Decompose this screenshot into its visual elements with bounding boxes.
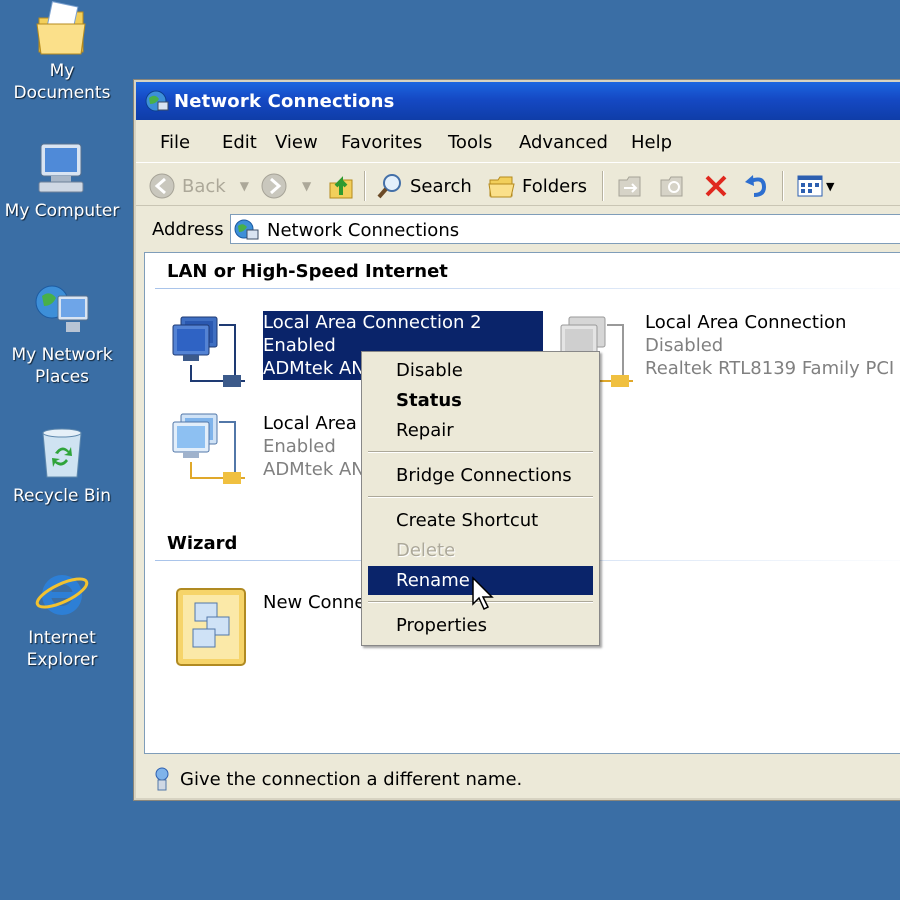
network-connections-icon bbox=[145, 90, 169, 112]
status-text: Give the connection a different name. bbox=[180, 769, 523, 790]
desktop-icon-label: My Documents bbox=[13, 61, 111, 103]
toolbar: Back ▼ ▼ Search Folders ▼ bbox=[136, 162, 900, 206]
recycle-bin-icon bbox=[42, 428, 82, 478]
menu-help[interactable]: Help bbox=[631, 132, 672, 153]
folder-documents-icon bbox=[36, 1, 86, 55]
status-bar: Give the connection a different name. bbox=[144, 762, 900, 796]
move-to-icon bbox=[618, 176, 641, 197]
mouse-cursor-icon bbox=[472, 576, 494, 611]
menu-file[interactable]: File bbox=[160, 132, 190, 153]
computer-icon bbox=[38, 143, 84, 193]
undo-button[interactable] bbox=[742, 171, 770, 201]
move-to-button[interactable] bbox=[616, 171, 644, 201]
desktop-icon-my-documents[interactable]: My Documents bbox=[0, 0, 124, 104]
desktop-icon-my-network-places[interactable]: My Network Places bbox=[0, 280, 124, 388]
copy-to-icon bbox=[660, 176, 683, 197]
lan-connection-icon bbox=[172, 413, 245, 484]
group-header-wizard: Wizard bbox=[167, 533, 238, 554]
search-icon bbox=[377, 174, 401, 199]
forward-dropdown-icon[interactable]: ▼ bbox=[302, 179, 311, 193]
connection-name: Local Area Connection bbox=[645, 312, 847, 333]
lan-connection-icon bbox=[172, 316, 245, 387]
new-connection-wizard-icon bbox=[176, 588, 246, 666]
menu-separator bbox=[368, 451, 593, 453]
connection-name: Local Area C bbox=[263, 413, 376, 434]
address-label: Address bbox=[152, 219, 224, 240]
address-field[interactable]: Network Connections bbox=[230, 214, 900, 244]
forward-arrow-icon bbox=[261, 173, 287, 199]
back-button[interactable]: Back ▼ bbox=[148, 171, 249, 201]
views-button[interactable]: ▼ bbox=[796, 171, 834, 201]
desktop-icon-internet-explorer[interactable]: Internet Explorer bbox=[0, 565, 124, 671]
menu-item-disable[interactable]: Disable bbox=[368, 356, 593, 385]
toolbar-separator bbox=[364, 171, 366, 201]
connection-device: Realtek RTL8139 Family PCI F... bbox=[645, 358, 900, 379]
address-value: Network Connections bbox=[267, 220, 460, 241]
up-arrow-icon bbox=[329, 176, 353, 199]
connection-device: ADMtek AN bbox=[263, 459, 365, 480]
address-bar: Address Network Connections bbox=[136, 210, 900, 246]
connection-status: Disabled bbox=[645, 335, 724, 356]
back-arrow-icon bbox=[149, 173, 175, 199]
menu-item-status[interactable]: Status bbox=[368, 386, 593, 415]
menu-separator bbox=[368, 496, 593, 498]
menu-tools[interactable]: Tools bbox=[448, 132, 492, 153]
delete-button[interactable] bbox=[702, 171, 730, 201]
connection-status: Enabled bbox=[263, 436, 336, 457]
back-label: Back bbox=[182, 175, 226, 197]
connection-name: Local Area Connection 2 bbox=[263, 311, 543, 334]
menu-edit[interactable]: Edit bbox=[222, 132, 257, 153]
folders-label: Folders bbox=[522, 175, 588, 197]
title-bar[interactable]: Network Connections bbox=[136, 82, 900, 120]
network-connections-icon bbox=[234, 219, 259, 240]
toolbar-separator bbox=[782, 171, 784, 201]
back-dropdown-icon[interactable]: ▼ bbox=[240, 179, 249, 193]
menu-item-delete: Delete bbox=[396, 540, 456, 561]
desktop-icon-label: Recycle Bin bbox=[12, 486, 111, 506]
up-folder-button[interactable] bbox=[326, 171, 356, 201]
menu-item-create-shortcut[interactable]: Create Shortcut bbox=[368, 506, 593, 535]
copy-to-button[interactable] bbox=[658, 171, 686, 201]
undo-arrow-icon bbox=[745, 175, 767, 197]
search-label: Search bbox=[410, 175, 472, 197]
group-header-lan: LAN or High-Speed Internet bbox=[167, 261, 448, 282]
views-dropdown-icon[interactable]: ▼ bbox=[826, 180, 834, 193]
desktop-icon-label: My Computer bbox=[4, 201, 120, 221]
desktop-icon-label: Internet Explorer bbox=[26, 628, 98, 670]
toolbar-separator bbox=[602, 171, 604, 201]
window-title: Network Connections bbox=[174, 91, 395, 112]
wizard-label: New Conne bbox=[263, 592, 366, 613]
menu-favorites[interactable]: Favorites bbox=[341, 132, 422, 153]
views-grid-icon bbox=[797, 175, 823, 197]
network-globe-icon bbox=[35, 285, 89, 332]
search-button[interactable]: Search bbox=[376, 171, 472, 201]
folders-button[interactable]: Folders bbox=[488, 171, 587, 201]
desktop-icon-my-computer[interactable]: My Computer bbox=[0, 140, 124, 222]
menu-advanced[interactable]: Advanced bbox=[519, 132, 608, 153]
desktop-icon-label: My Network Places bbox=[11, 345, 113, 387]
internet-explorer-icon bbox=[35, 575, 89, 615]
folders-icon bbox=[488, 176, 515, 198]
forward-button[interactable]: ▼ bbox=[260, 171, 311, 201]
connection-item[interactable]: Local Area Connection Disabled Realtek R… bbox=[555, 311, 900, 401]
group-divider bbox=[155, 288, 900, 289]
menu-view[interactable]: View bbox=[275, 132, 318, 153]
menu-item-properties[interactable]: Properties bbox=[368, 611, 593, 640]
menu-item-bridge-connections[interactable]: Bridge Connections bbox=[368, 461, 593, 490]
menu-item-repair[interactable]: Repair bbox=[368, 416, 593, 445]
menu-bar: File Edit View Favorites Tools Advanced … bbox=[144, 126, 900, 156]
desktop-icon-recycle-bin[interactable]: Recycle Bin bbox=[0, 425, 124, 507]
delete-x-icon bbox=[705, 175, 727, 197]
connection-status-icon bbox=[155, 767, 169, 791]
